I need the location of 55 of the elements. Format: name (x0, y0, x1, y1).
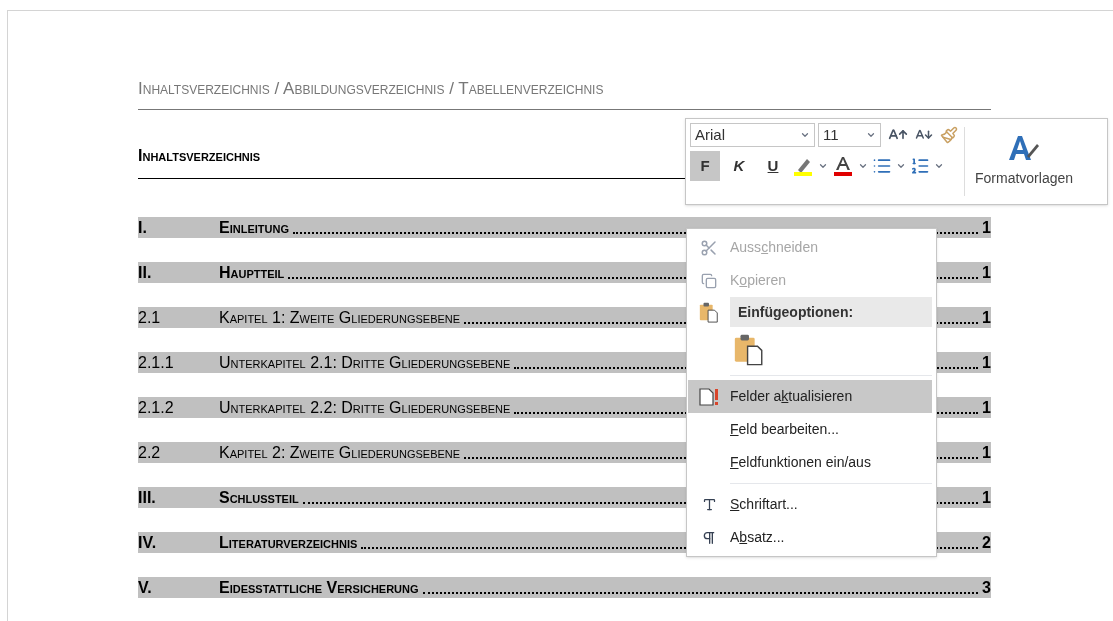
toc-page-number: 1 (982, 442, 991, 463)
menu-section-header: Einfügeoptionen: (730, 297, 932, 327)
toc-entry-title[interactable]: Einleitung (219, 217, 289, 238)
toc-page-number: 1 (982, 352, 991, 373)
format-button[interactable]: F (690, 151, 720, 181)
toc-entry-title[interactable]: Literaturverzeichnis (219, 532, 358, 553)
toc-number: 2.1 (138, 307, 162, 328)
toc-page-number: 1 (982, 307, 991, 328)
toc-entry-title[interactable]: Hauptteil (219, 262, 285, 283)
toc-number: IV. (138, 532, 158, 553)
caret-icon[interactable] (896, 161, 906, 171)
caret-icon[interactable] (818, 161, 828, 171)
menu-item[interactable]: Schriftart... (688, 488, 932, 521)
document-exclamation-icon (698, 386, 720, 407)
toc-entry-title[interactable]: Unterkapitel 2.1: Dritte Gliederungsebene (219, 352, 511, 373)
toc-entry-title[interactable]: Schlussteil (219, 487, 299, 508)
toc-page-number: 1 (982, 262, 991, 283)
menu-item[interactable]: Feldfunktionen ein/aus (688, 446, 932, 479)
toc-entry-title[interactable]: Unterkapitel 2.2: Dritte Gliederungsebene (219, 397, 511, 418)
font-icon (701, 497, 717, 512)
menu-item[interactable]: Absatz... (688, 521, 932, 554)
toc-entry-title[interactable]: Kapitel 2: Zweite Gliederungsebene (219, 442, 461, 463)
toc-page-number: 3 (982, 577, 991, 598)
toc-page-number: 1 (982, 397, 991, 418)
menu-item[interactable]: Felder aktualisieren (688, 380, 932, 413)
bulleted-list-icon[interactable] (872, 156, 892, 176)
copy-icon (701, 272, 717, 289)
toc-number: 2.2 (138, 442, 162, 463)
toc-entry-title[interactable]: Eidesstattliche Versicherung (219, 577, 419, 598)
caret-icon[interactable] (858, 161, 868, 171)
caret-icon[interactable] (934, 161, 944, 171)
paragraph-icon (701, 529, 717, 546)
clipboard-icon (698, 301, 720, 323)
scissors-icon (700, 238, 718, 257)
styles-button[interactable]: Formatvorlagen (971, 123, 1078, 200)
toc-page-number: 2 (982, 532, 991, 553)
page-header: Inhaltsverzeichnis / Abbildungsverzeichnis / Tabellenverzeichnis (138, 79, 604, 98)
toc-number: 2.1.1 (138, 352, 175, 373)
font-dropdown[interactable]: Arial (690, 123, 815, 147)
toc-number: I. (138, 217, 148, 238)
menu-item[interactable]: Feld bearbeiten... (688, 413, 932, 446)
font-size-dropdown[interactable]: 11 (818, 123, 881, 147)
paintbrush-icon[interactable] (940, 126, 958, 144)
caret-icon[interactable] (866, 130, 876, 140)
toc-number: 2.1.2 (138, 397, 175, 418)
toc-heading: Inhaltsverzeichnis (138, 146, 261, 164)
toc-entry-title[interactable]: Kapitel 1: Zweite Gliederungsebene (219, 307, 461, 328)
toc-number: III. (138, 487, 157, 508)
toc-number: II. (138, 262, 153, 283)
toc-number: V. (138, 577, 153, 598)
toc-page-number: 1 (982, 217, 991, 238)
font-color-icon[interactable] (832, 155, 854, 177)
numbered-list-icon[interactable] (910, 156, 930, 176)
toc-page-number: 1 (982, 487, 991, 508)
caret-icon[interactable] (800, 130, 810, 140)
